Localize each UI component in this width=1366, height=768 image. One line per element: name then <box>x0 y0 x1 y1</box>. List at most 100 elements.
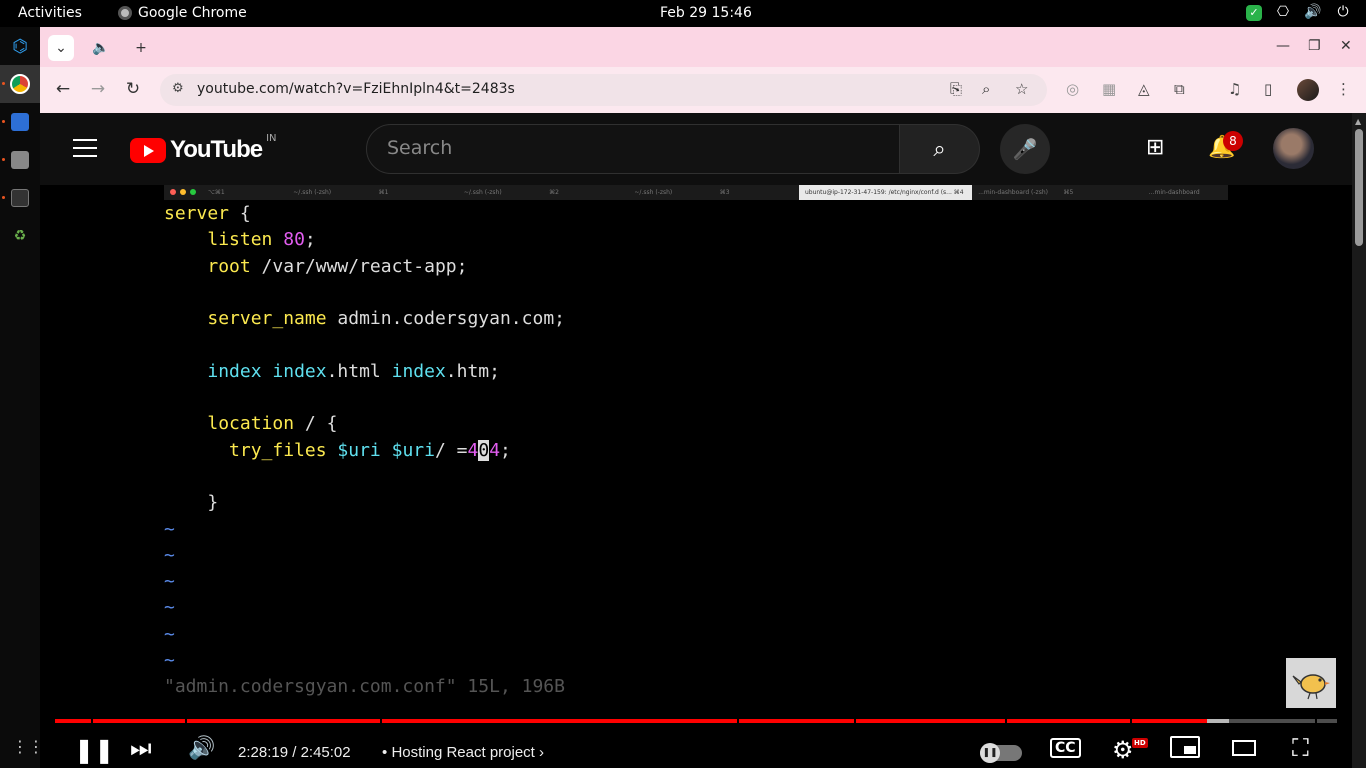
reload-icon[interactable]: ↻ <box>122 79 144 99</box>
code-token: location <box>207 413 295 435</box>
extension-icon[interactable]: ▦ <box>1102 80 1116 98</box>
total-time: 2:45:02 <box>300 744 351 761</box>
pause-icon[interactable]: ❚❚ <box>74 736 114 764</box>
code-token: ; <box>500 439 511 461</box>
network-icon[interactable]: ⎔ <box>1274 4 1292 22</box>
time-display: 2:28:19 / 2:45:02 <box>238 744 351 761</box>
dock-files[interactable] <box>0 141 40 179</box>
media-control-icon[interactable]: ♫ <box>1228 80 1241 98</box>
app-menu[interactable]: Google Chrome <box>118 5 247 21</box>
more-menu-icon[interactable]: ⋮ <box>1336 80 1351 98</box>
hd-badge: HD <box>1132 738 1148 748</box>
profile-avatar[interactable] <box>1297 79 1319 101</box>
dock-trash[interactable]: ♻ <box>0 217 40 255</box>
zoom-icon[interactable]: ⌕ <box>982 80 990 98</box>
url-text[interactable]: youtube.com/watch?v=FziEhnIpln4&t=2483s <box>197 81 515 97</box>
captions-icon[interactable]: CC <box>1050 738 1081 758</box>
extensions-puzzle-icon[interactable]: ⧉ <box>1174 80 1185 98</box>
youtube-wordmark: YouTube <box>170 136 263 163</box>
video-player[interactable]: ⌥⌘1 ~/.ssh (-zsh) ⌘1 ~/.ssh (-zsh) ⌘2 ~ /… <box>40 185 1352 768</box>
miniplayer-icon[interactable] <box>1170 736 1200 758</box>
volume-icon[interactable]: 🔊 <box>188 736 215 761</box>
forward-icon[interactable]: → <box>87 79 109 99</box>
bird-logo-icon <box>1292 674 1330 700</box>
trash-icon: ♻ <box>13 228 27 244</box>
chevron-right-icon: › <box>539 744 545 761</box>
running-indicator <box>2 196 5 199</box>
theater-mode-icon[interactable] <box>1232 740 1256 756</box>
country-code: IN <box>266 132 277 144</box>
account-avatar[interactable] <box>1273 128 1314 169</box>
back-icon[interactable]: ← <box>52 79 74 99</box>
chapter-divider <box>380 719 382 723</box>
terminal-tab: ~/.ssh (-zsh) <box>463 189 502 196</box>
empty-line-marker: ~ <box>164 544 175 566</box>
code-token: /var/www/react-app; <box>250 255 468 277</box>
code-token: / = <box>434 439 468 461</box>
site-info-icon[interactable]: ⚙ <box>172 81 184 96</box>
progress-bar[interactable] <box>55 719 1337 723</box>
page-scrollbar[interactable]: ▲ <box>1352 113 1366 768</box>
tab-search-button[interactable]: ⌄ <box>48 35 74 61</box>
clock[interactable]: Feb 29 15:46 <box>660 5 752 21</box>
current-time: 2:28:19 <box>238 744 289 761</box>
terminal-tab: ...min-dashboard <box>1148 189 1200 196</box>
extension-icon[interactable]: ◬ <box>1138 80 1150 98</box>
channel-watermark[interactable] <box>1286 658 1336 708</box>
audio-tab[interactable]: 🔈 <box>88 35 114 61</box>
minimize-icon[interactable]: — <box>1276 38 1290 54</box>
chapter-divider <box>854 719 856 723</box>
next-video-icon[interactable]: ⏭ <box>130 734 152 762</box>
youtube-logo[interactable]: YouTube IN <box>130 132 277 164</box>
terminal-tab: ...min-dashboard (-zsh) <box>978 189 1048 196</box>
autoplay-toggle[interactable]: ❚❚ <box>980 743 1022 763</box>
menu-icon[interactable] <box>73 139 97 157</box>
code-token: 4 <box>467 439 479 461</box>
terminal-tab: ~/.ssh (-zsh) <box>634 189 673 196</box>
search-input[interactable]: Search <box>366 124 900 174</box>
running-indicator <box>2 120 5 123</box>
search-button[interactable]: ⌕ <box>900 124 980 174</box>
bookmark-star-icon[interactable]: ☆ <box>1015 80 1028 98</box>
close-icon[interactable]: ✕ <box>1340 38 1352 54</box>
empty-line-marker: ~ <box>164 597 175 619</box>
settings-gear-icon[interactable]: ⚙ <box>1112 736 1134 764</box>
code-token: { <box>229 203 251 224</box>
extension-icon[interactable]: ◎ <box>1066 80 1079 98</box>
dock-chrome[interactable] <box>0 65 40 103</box>
terminal-tab: ⌘1 <box>378 189 389 196</box>
address-bar[interactable]: ⚙ youtube.com/watch?v=FziEhnIpln4&t=2483… <box>160 74 1047 106</box>
plus-icon: + <box>135 40 147 56</box>
chapter-divider <box>185 719 187 723</box>
new-tab-button[interactable]: + <box>128 35 154 61</box>
chapter-button[interactable]: • Hosting React project › <box>382 744 544 761</box>
terminal-tab: ⌘2 <box>549 189 559 196</box>
code-token: index <box>391 360 446 382</box>
side-panel-icon[interactable]: ▯ <box>1264 80 1272 98</box>
dock-terminal[interactable] <box>0 179 40 217</box>
scrollbar-thumb[interactable] <box>1355 129 1363 246</box>
chevron-down-icon: ⌄ <box>55 40 67 56</box>
dock-vscode[interactable]: ⌬ <box>0 27 40 65</box>
speaker-icon: 🔈 <box>92 40 110 56</box>
microphone-icon: 🎤 <box>1012 137 1038 161</box>
fullscreen-icon[interactable]: ⛶ <box>1292 734 1309 762</box>
create-video-icon[interactable]: ⊞ <box>1146 135 1164 160</box>
update-icon[interactable]: ✓ <box>1246 5 1262 21</box>
scroll-up-icon[interactable]: ▲ <box>1355 117 1361 126</box>
volume-icon[interactable]: 🔊 <box>1304 4 1322 22</box>
empty-line-marker: ~ <box>164 623 175 645</box>
restore-icon[interactable]: ❐ <box>1308 38 1321 54</box>
player-controls: ❚❚ ⏭ 🔊 2:28:19 / 2:45:02 • Hosting React… <box>40 728 1352 768</box>
system-tray[interactable]: ✓ ⎔ 🔊 ⏻ <box>1246 4 1352 22</box>
install-app-icon[interactable]: ⎘ <box>950 80 962 98</box>
pause-small-icon: ❚❚ <box>980 743 1000 763</box>
voice-search-button[interactable]: 🎤 <box>1000 124 1050 174</box>
dock-text-editor[interactable] <box>0 103 40 141</box>
chapter-divider <box>91 719 93 723</box>
code-token: 4 <box>489 439 501 461</box>
code-token: 80 <box>283 229 305 251</box>
terminal-tab: ⌥⌘1 <box>208 189 225 196</box>
power-icon[interactable]: ⏻ <box>1334 4 1352 22</box>
activities-button[interactable]: Activities <box>18 5 82 21</box>
